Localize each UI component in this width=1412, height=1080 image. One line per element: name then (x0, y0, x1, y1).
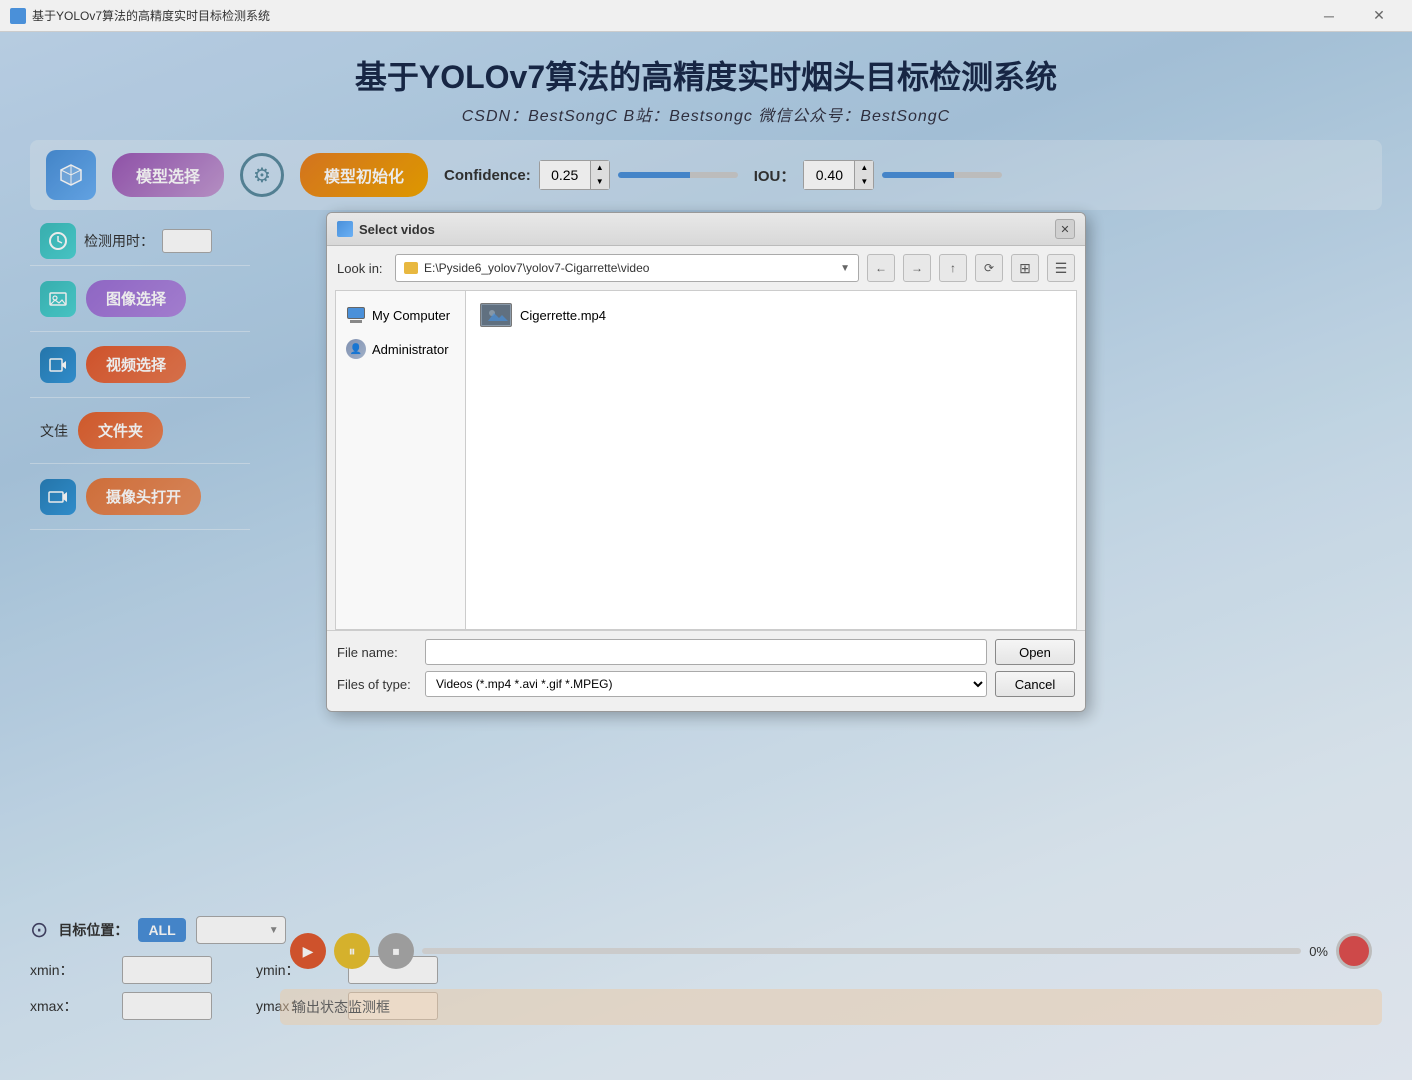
file-list: Cigerrette.mp4 (466, 291, 1076, 629)
files-of-type-row: Files of type: Videos (*.mp4 *.avi *.gif… (337, 671, 1075, 697)
sidebar-item-my-computer[interactable]: My Computer (336, 299, 465, 331)
dialog-close-button[interactable]: ✕ (1055, 219, 1075, 239)
view-list-button[interactable]: ☰ (1047, 254, 1075, 282)
cancel-button[interactable]: Cancel (995, 671, 1075, 697)
dialog-title-left: Select vidos (337, 221, 435, 237)
nav-refresh-button[interactable]: ⟳ (975, 254, 1003, 282)
files-of-type-label: Files of type: (337, 677, 417, 692)
dialog-icon (337, 221, 353, 237)
title-bar: 基于YOLOv7算法的高精度实时目标检测系统 ─ ✕ (0, 0, 1412, 32)
minimize-button[interactable]: ─ (1306, 0, 1352, 32)
files-of-type-select[interactable]: Videos (*.mp4 *.avi *.gif *.MPEG) (425, 671, 987, 697)
dialog-title-text: Select vidos (359, 222, 435, 237)
title-bar-controls: ─ ✕ (1306, 0, 1402, 32)
file-thumbnail (480, 303, 512, 327)
nav-forward-button[interactable]: → (903, 254, 931, 282)
close-button[interactable]: ✕ (1356, 0, 1402, 32)
open-button[interactable]: Open (995, 639, 1075, 665)
path-text: E:\Pyside6_yolov7\yolov7-Cigarrette\vide… (424, 261, 649, 275)
folder-small-icon (404, 262, 418, 274)
administrator-icon: 👤 (346, 339, 366, 359)
computer-base (350, 320, 362, 323)
select-video-dialog: Select vidos ✕ Look in: E:\Pyside6_yolov… (326, 212, 1086, 712)
my-computer-icon (346, 307, 366, 323)
dialog-overlay: Select vidos ✕ Look in: E:\Pyside6_yolov… (0, 32, 1412, 1080)
file-name-row: File name: Open (337, 639, 1075, 665)
view-icon-button[interactable]: ⊞ (1011, 254, 1039, 282)
my-computer-label: My Computer (372, 308, 450, 323)
dialog-body: My Computer 👤 Administrator (335, 290, 1077, 630)
computer-screen (347, 307, 365, 319)
nav-back-button[interactable]: ← (867, 254, 895, 282)
dialog-footer: File name: Open Files of type: Videos (*… (327, 630, 1085, 711)
path-dropdown-arrow[interactable]: ▼ (840, 263, 850, 274)
dialog-sidebar: My Computer 👤 Administrator (336, 291, 466, 629)
file-item[interactable]: Cigerrette.mp4 (474, 299, 1068, 331)
file-name-label: File name: (337, 645, 417, 660)
look-in-path[interactable]: E:\Pyside6_yolov7\yolov7-Cigarrette\vide… (395, 254, 859, 282)
dialog-titlebar: Select vidos ✕ (327, 213, 1085, 246)
file-name: Cigerrette.mp4 (520, 308, 606, 323)
look-in-label: Look in: (337, 261, 387, 276)
app-icon (10, 8, 26, 24)
sidebar-item-administrator[interactable]: 👤 Administrator (336, 331, 465, 367)
title-bar-text: 基于YOLOv7算法的高精度实时目标检测系统 (32, 7, 1306, 24)
look-in-row: Look in: E:\Pyside6_yolov7\yolov7-Cigarr… (327, 246, 1085, 290)
file-name-input[interactable] (425, 639, 987, 665)
administrator-label: Administrator (372, 342, 449, 357)
nav-up-button[interactable]: ↑ (939, 254, 967, 282)
